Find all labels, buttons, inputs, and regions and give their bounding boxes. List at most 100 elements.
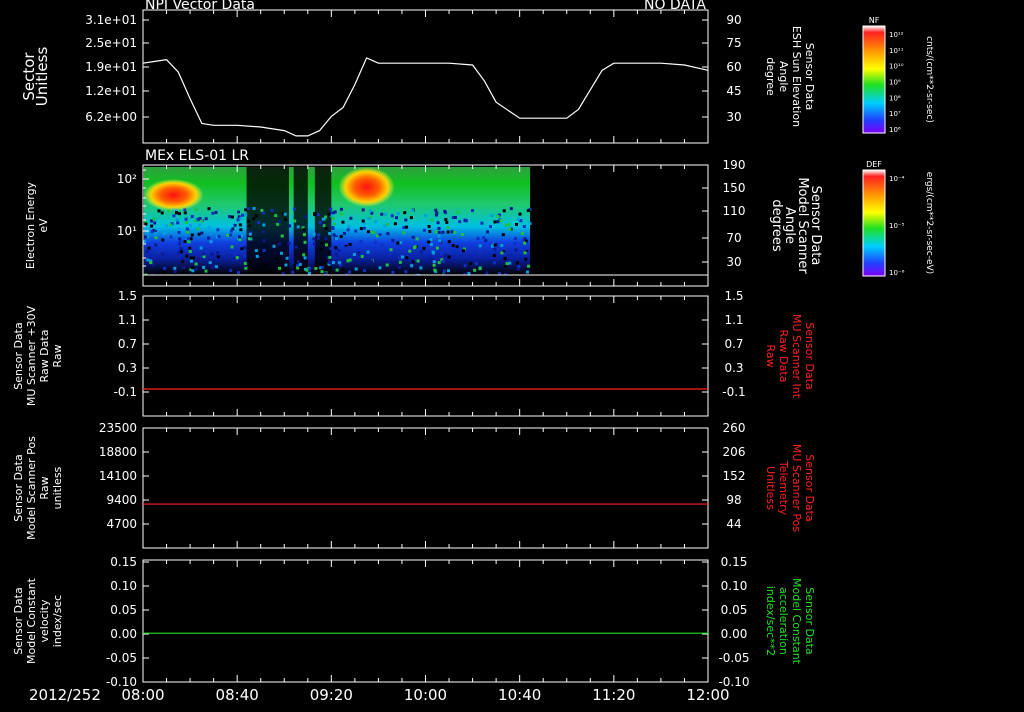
- spectrogram-pixel: [415, 237, 419, 241]
- plot-window: 3.1e+01 2.5e+01 1.9e+01 1.2e+01 6.2e+00 90 75 6…: [0, 0, 1024, 708]
- spectrogram-pixel: [403, 211, 407, 215]
- spectrogram-pixel: [492, 261, 496, 265]
- spectrogram-pixel: [230, 245, 234, 249]
- spectrogram-pixel: [391, 270, 395, 274]
- spectrogram-pixel: [296, 260, 300, 264]
- spectrogram-pixel: [296, 266, 300, 270]
- left-tick-label: 4700: [106, 517, 137, 531]
- spectrogram-pixel: [504, 264, 507, 268]
- spectrogram-pixel: [324, 226, 328, 230]
- left-tick-label: -0.05: [106, 651, 137, 665]
- spectrogram-pixel: [484, 239, 488, 242]
- left-axis-title: unitless: [51, 466, 64, 509]
- spectrogram-pixel: [216, 228, 220, 232]
- spectrogram-pixel: [152, 217, 156, 221]
- spectrogram-pixel: [238, 235, 241, 239]
- spectrogram-pixel: [169, 235, 173, 239]
- spectrogram-pixel: [175, 211, 179, 214]
- spectrogram-pixel: [188, 246, 192, 250]
- spectrogram-pixel: [341, 220, 345, 224]
- spectrogram-pixel: [312, 237, 316, 241]
- colorbar-tick-label: 10⁻⁵: [889, 222, 905, 230]
- spectrogram-pixel: [447, 269, 450, 273]
- right-axis-title: Sensor Data: [803, 322, 816, 389]
- x-tick-label: 08:40: [216, 686, 259, 704]
- right-tick-label: 0.15: [721, 555, 748, 569]
- spectrogram-pixel: [388, 251, 392, 255]
- spectrogram-pixel: [527, 264, 531, 268]
- spectrogram-pixel: [469, 262, 473, 265]
- spectrogram-pixel: [278, 242, 282, 246]
- right-axis-title: Sensor Data: [803, 587, 816, 654]
- spectrogram-pixel: [179, 247, 183, 251]
- spectrogram-pixel: [232, 257, 236, 261]
- spectrogram-pixel: [278, 220, 282, 224]
- spectrogram-pixel: [446, 230, 450, 234]
- spectrogram-pixel: [437, 234, 441, 238]
- spectrogram-pixel: [207, 225, 211, 229]
- spectrogram-pixel: [149, 261, 153, 265]
- spectrogram-pixel: [196, 258, 200, 262]
- spectrogram-pixel: [239, 217, 243, 221]
- spectrogram-pixel: [348, 242, 352, 246]
- spectrogram-pixel: [288, 224, 292, 228]
- spectrogram-pixel: [493, 220, 497, 224]
- spectrogram-pixel: [189, 228, 193, 232]
- spectrogram-pixel: [185, 221, 188, 224]
- right-tick-label: 152: [723, 469, 746, 483]
- spectrogram-pixel: [478, 251, 482, 255]
- left-axis-title: Model Constant: [25, 577, 38, 664]
- spectrogram-pixel: [343, 232, 346, 235]
- spectrogram-pixel: [261, 230, 265, 234]
- spectrogram-pixel: [235, 256, 239, 260]
- spectrogram-pixel: [467, 271, 471, 275]
- spectrogram-pixel: [207, 207, 211, 211]
- left-tick-label: 0.15: [110, 555, 137, 569]
- spectrogram-pixel: [411, 208, 415, 212]
- panel-frame: [142, 295, 709, 417]
- spectrogram-pixel: [185, 227, 189, 231]
- spectrogram-pixel: [528, 222, 532, 225]
- spectrogram-pixel: [252, 217, 256, 221]
- right-tick-label: -0.1: [722, 385, 745, 399]
- spectrogram-pixel: [307, 271, 311, 275]
- spectrogram-pixel: [516, 267, 520, 271]
- spectrogram-pixel: [172, 214, 176, 218]
- spectrogram-pixel: [237, 210, 241, 214]
- spectrogram-pixel: [451, 244, 455, 248]
- spectrogram-pixel: [458, 220, 462, 224]
- spectrogram-pixel: [437, 227, 441, 230]
- right-tick-label: 110: [723, 204, 746, 218]
- spectrogram-pixel: [161, 238, 165, 242]
- right-tick-label: -0.05: [718, 651, 749, 665]
- spectrogram-pixel: [378, 266, 382, 270]
- spectrogram-pixel: [402, 226, 406, 230]
- spectrogram-pixel: [182, 266, 186, 270]
- spectrogram-pixel: [513, 242, 517, 245]
- spectrogram-pixel: [471, 209, 474, 213]
- spectrogram-pixel: [233, 252, 237, 256]
- left-tick-label: 1.1: [118, 313, 137, 327]
- spectrogram-pixel: [329, 207, 333, 211]
- spectrogram-pixel: [517, 265, 521, 269]
- spectrogram-pixel: [386, 232, 390, 236]
- spectrogram-pixel: [327, 212, 331, 216]
- spectrogram-pixel: [473, 268, 477, 272]
- spectrogram-pixel: [508, 227, 512, 231]
- spectrogram-pixel: [436, 221, 440, 225]
- spectrogram-pixel: [319, 247, 323, 251]
- spectrogram-pixel: [354, 229, 358, 233]
- spectrogram-pixel: [493, 243, 497, 247]
- right-tick-label: 98: [726, 493, 741, 507]
- spectrogram-pixel: [428, 230, 432, 233]
- spectrogram-pixel: [515, 223, 518, 226]
- spectrogram-pixel: [438, 239, 442, 243]
- right-tick-label: 0.10: [721, 579, 748, 593]
- spectrogram-pixel: [242, 254, 246, 257]
- right-axis-title: degree: [764, 57, 777, 96]
- spectrogram-pixel: [243, 246, 247, 250]
- right-tick-label: 260: [723, 421, 746, 435]
- spectrogram-pixel: [194, 262, 198, 266]
- spectrogram-pixel: [238, 238, 242, 241]
- spectrogram-pixel: [332, 233, 336, 237]
